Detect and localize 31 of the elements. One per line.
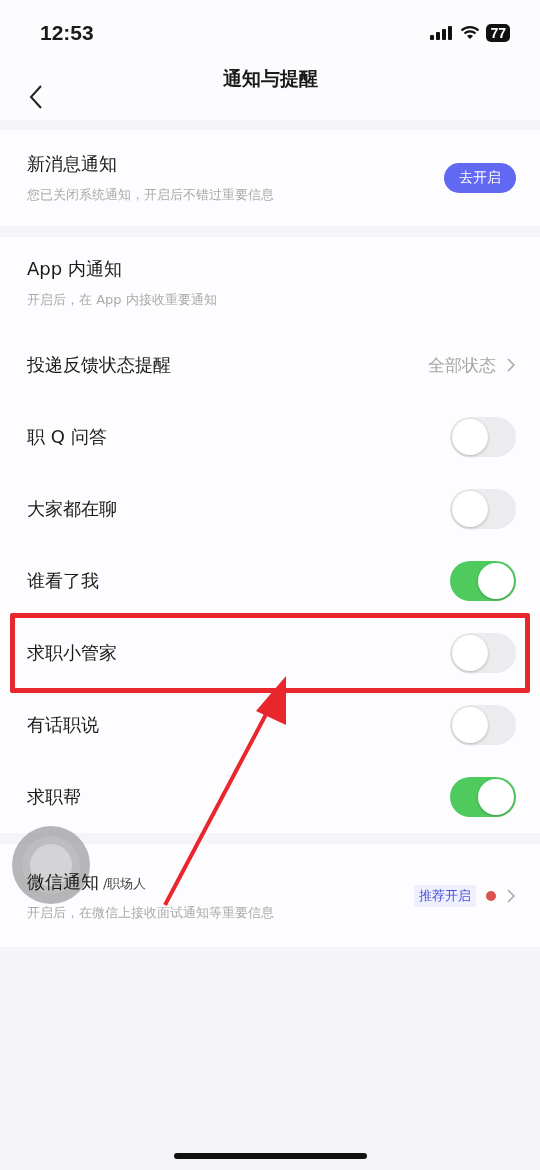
setting-title: 微信通知 (27, 869, 99, 894)
setting-description: 开启后，在微信上接收面试通知等重要信息 (27, 903, 274, 922)
toggle-switch[interactable] (450, 777, 516, 817)
setting-title: 职 Q 问答 (27, 425, 107, 449)
back-icon (29, 84, 43, 110)
enable-button[interactable]: 去开启 (444, 163, 516, 193)
signal-icon (430, 25, 455, 40)
setting-title: 新消息通知 (27, 152, 117, 176)
recommend-badge: 推荐开启 (414, 884, 476, 907)
setting-title: 有话职说 (27, 713, 99, 737)
toggle-switch[interactable] (450, 561, 516, 601)
setting-title: 求职帮 (27, 785, 81, 809)
wifi-icon (460, 25, 481, 40)
setting-title: App 内通知 (27, 257, 122, 281)
setting-suffix: /职场人 (103, 874, 147, 893)
chevron-icon (506, 887, 516, 904)
toggle-switch[interactable] (450, 417, 516, 457)
status-time: 12:53 (40, 20, 94, 45)
setting-description: 开启后，在 App 内接收重要通知 (27, 291, 217, 309)
setting-description: 您已关闭系统通知，开启后不错过重要信息 (27, 186, 274, 204)
setting-title: 大家都在聊 (27, 497, 117, 521)
setting-value: 全部状态 (428, 353, 496, 377)
toggle-switch[interactable] (450, 633, 516, 673)
toggle-switch[interactable] (450, 489, 516, 529)
setting-title: 谁看了我 (27, 569, 99, 593)
toggle-switch[interactable] (450, 705, 516, 745)
battery-level: 77 (490, 24, 506, 41)
chevron-icon (506, 357, 516, 373)
page-title: 通知与提醒 (222, 65, 318, 91)
setting-title: 求职小管家 (27, 641, 117, 665)
setting-title: 投递反馈状态提醒 (27, 353, 171, 377)
